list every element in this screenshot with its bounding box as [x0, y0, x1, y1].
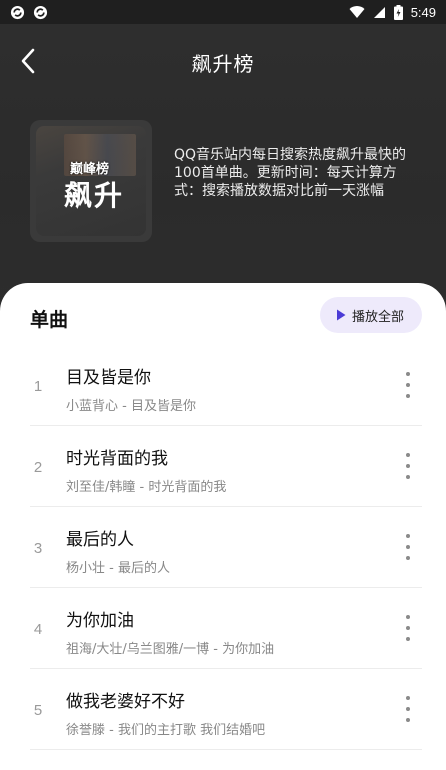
- list-item[interactable]: 5 做我老婆好不好 徐誉滕 - 我们的主打歌 我们结婚吧: [0, 669, 446, 750]
- playlist-cover: 巅峰榜 飙升: [30, 120, 152, 242]
- song-title: 做我老婆好不好: [66, 692, 185, 712]
- status-time: 5:49: [410, 4, 436, 20]
- more-options-icon[interactable]: [398, 534, 418, 560]
- status-right: 5:49: [349, 4, 436, 20]
- play-all-button[interactable]: 播放全部: [319, 297, 422, 333]
- song-title: 目及皆是你: [66, 368, 151, 388]
- battery-icon: [393, 4, 403, 20]
- signal-icon: [373, 6, 386, 19]
- status-left: [10, 5, 48, 20]
- song-index: 3: [33, 540, 43, 557]
- song-subtitle: 小蓝背心 - 目及皆是你: [66, 399, 196, 414]
- sync-icon: [33, 5, 48, 20]
- list-item[interactable]: 4 为你加油 祖海/大壮/乌兰图雅/一博 - 为你加油: [0, 588, 446, 669]
- list-item[interactable]: 3 最后的人 杨小壮 - 最后的人: [0, 507, 446, 588]
- song-subtitle: 刘至佳/韩瞳 - 时光背面的我: [66, 480, 227, 495]
- song-index: 4: [33, 621, 43, 638]
- song-index: 5: [33, 702, 43, 719]
- page-title: 飙升榜: [191, 52, 255, 76]
- song-index: 2: [33, 459, 43, 476]
- song-title: 最后的人: [66, 530, 134, 550]
- more-options-icon[interactable]: [398, 696, 418, 722]
- sync-icon: [10, 5, 25, 20]
- song-title: 时光背面的我: [66, 449, 168, 469]
- play-icon: [336, 309, 346, 321]
- song-subtitle: 祖海/大壮/乌兰图雅/一博 - 为你加油: [66, 642, 275, 657]
- song-subtitle: 徐誉滕 - 我们的主打歌 我们结婚吧: [66, 723, 266, 738]
- more-options-icon[interactable]: [398, 615, 418, 641]
- more-options-icon[interactable]: [398, 453, 418, 479]
- section-title: 单曲: [30, 309, 69, 331]
- play-all-label: 播放全部: [351, 309, 404, 325]
- song-sheet: 单曲 播放全部 1 目及皆是你 小蓝背心 - 目及皆是你 2 时光背面的我 刘至…: [0, 283, 446, 770]
- song-title: 为你加油: [66, 611, 134, 631]
- song-list: 1 目及皆是你 小蓝背心 - 目及皆是你 2 时光背面的我 刘至佳/韩瞳 - 时…: [0, 345, 446, 750]
- cover-art: 巅峰榜 飙升: [36, 126, 146, 236]
- cover-title: 飙升: [64, 179, 125, 212]
- more-options-icon[interactable]: [398, 372, 418, 398]
- header: 飙升榜 巅峰榜 飙升 QQ音乐站内每日搜索热度飙升最快的100首单曲。更新时间：…: [0, 24, 446, 314]
- song-subtitle: 杨小壮 - 最后的人: [66, 561, 170, 576]
- status-bar: 5:49: [0, 0, 446, 24]
- list-item[interactable]: 2 时光背面的我 刘至佳/韩瞳 - 时光背面的我: [0, 426, 446, 507]
- divider: [30, 749, 422, 750]
- song-index: 1: [33, 378, 43, 395]
- wifi-icon: [349, 5, 365, 19]
- playlist-description: QQ音乐站内每日搜索热度飙升最快的100首单曲。更新时间：每天计算方式：搜索播放…: [174, 147, 407, 199]
- list-item[interactable]: 1 目及皆是你 小蓝背心 - 目及皆是你: [0, 345, 446, 426]
